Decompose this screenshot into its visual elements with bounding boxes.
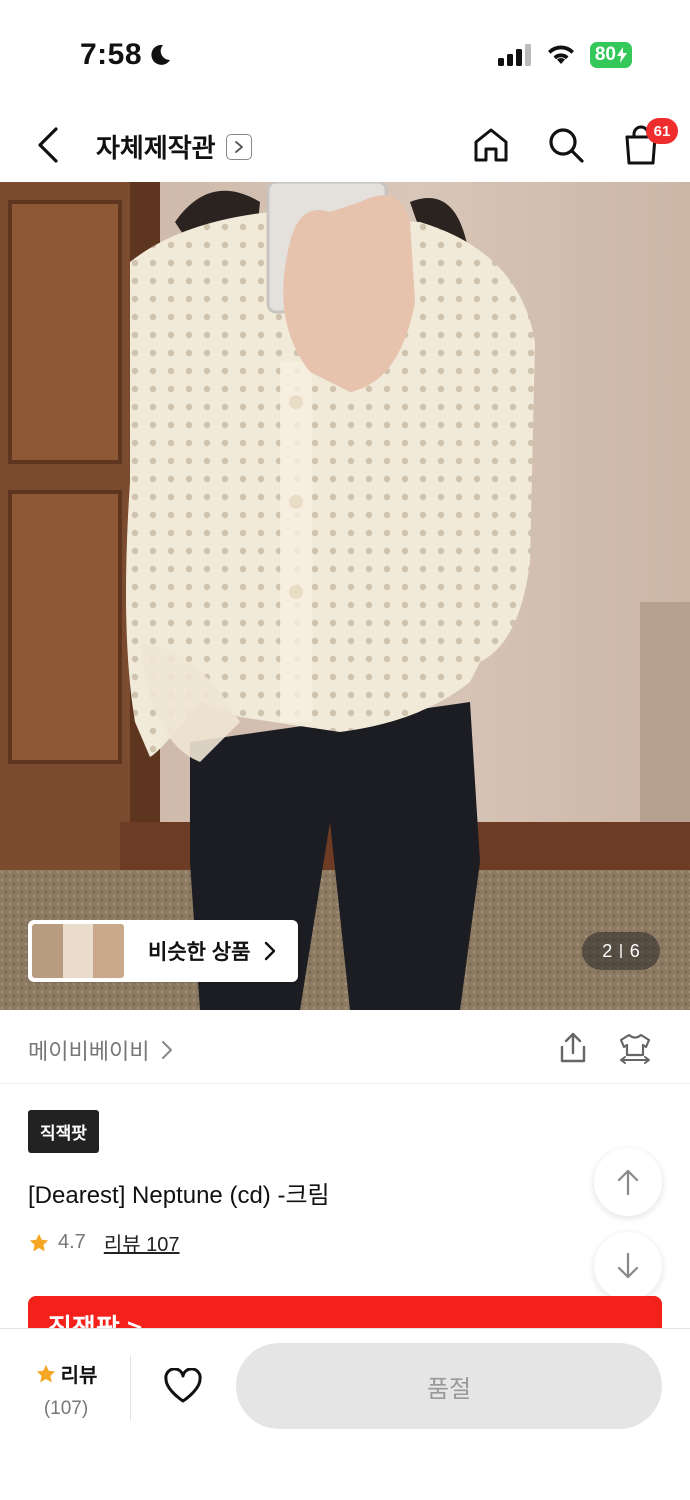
wifi-icon <box>547 45 574 64</box>
clothing-size-icon <box>619 1033 651 1064</box>
brand-name: 메이비베이비 <box>28 1039 150 1064</box>
product-name: [Dearest] Neptune (cd) -크림 <box>28 1182 330 1209</box>
review-count: (107) <box>43 1398 89 1419</box>
scroll-up-button[interactable] <box>594 1148 662 1216</box>
arrow-up-icon <box>617 1169 639 1196</box>
status-time: 7:58 <box>80 38 172 72</box>
product-photo <box>0 182 690 1010</box>
image-page-indicator: 2 6 <box>582 932 660 970</box>
search-button[interactable] <box>543 122 589 168</box>
navigation-bar: 자체제작관 61 <box>0 110 690 182</box>
battery-indicator: 80 <box>589 42 632 68</box>
soldout-button: 품절 <box>236 1343 662 1429</box>
share-button[interactable] <box>553 1028 593 1068</box>
similar-products-thumbnails <box>32 924 124 978</box>
scroll-down-button[interactable] <box>594 1232 662 1300</box>
arrow-down-icon <box>617 1252 639 1279</box>
cart-count-badge: 61 <box>646 118 678 144</box>
similar-products-label: 비슷한 상품 <box>148 941 251 964</box>
brand-row: 메이비베이비 <box>0 1010 690 1084</box>
rating-row: 4.7 리뷰 107 <box>28 1228 180 1257</box>
review-summary-button[interactable]: 리뷰 (107) <box>28 1359 104 1420</box>
cart-button[interactable]: 61 <box>618 118 678 168</box>
chevron-right-icon <box>225 133 252 160</box>
moon-icon <box>151 44 171 65</box>
like-button[interactable] <box>160 1363 206 1409</box>
time-text: 7:58 <box>80 38 143 71</box>
cellular-signal-icon <box>497 44 531 66</box>
status-indicators: 80 <box>497 42 632 68</box>
review-summary-top: 리뷰 <box>28 1359 104 1388</box>
similar-products-button[interactable]: 비슷한 상품 <box>28 920 298 982</box>
charging-icon <box>617 47 627 63</box>
chevron-right-icon <box>265 941 276 961</box>
page-title: 자체제작관 <box>96 133 216 163</box>
heart-icon <box>164 1368 202 1403</box>
star-icon <box>29 1233 49 1251</box>
divider <box>130 1355 131 1421</box>
battery-level: 80 <box>594 44 616 65</box>
brand-link[interactable]: 메이비베이비 <box>28 1034 173 1066</box>
review-label: 리뷰 <box>60 1365 98 1387</box>
review-count-link[interactable]: 리뷰 107 <box>104 1228 180 1257</box>
similar-products-label-wrap: 비슷한 상품 <box>148 936 276 966</box>
current-page: 2 <box>602 940 613 961</box>
home-button[interactable] <box>468 122 514 168</box>
bottom-action-bar: 리뷰 (107) 품절 <box>0 1328 690 1500</box>
product-image-carousel[interactable]: 비슷한 상품 2 6 <box>0 182 690 1010</box>
chevron-right-icon <box>162 1041 173 1059</box>
rating-value: 4.7 <box>58 1231 86 1253</box>
store-title-link[interactable]: 자체제작관 <box>96 128 252 165</box>
star-icon <box>36 1364 55 1382</box>
product-badge: 직잭팟 <box>28 1110 99 1153</box>
page-separator <box>620 944 622 958</box>
size-compare-button[interactable] <box>615 1028 655 1068</box>
total-pages: 6 <box>629 940 640 961</box>
back-button[interactable] <box>28 124 68 166</box>
status-bar: 7:58 80 <box>0 0 690 110</box>
chevron-left-icon <box>38 127 58 163</box>
share-icon <box>560 1032 586 1063</box>
home-icon <box>474 128 508 162</box>
search-icon <box>549 128 584 163</box>
